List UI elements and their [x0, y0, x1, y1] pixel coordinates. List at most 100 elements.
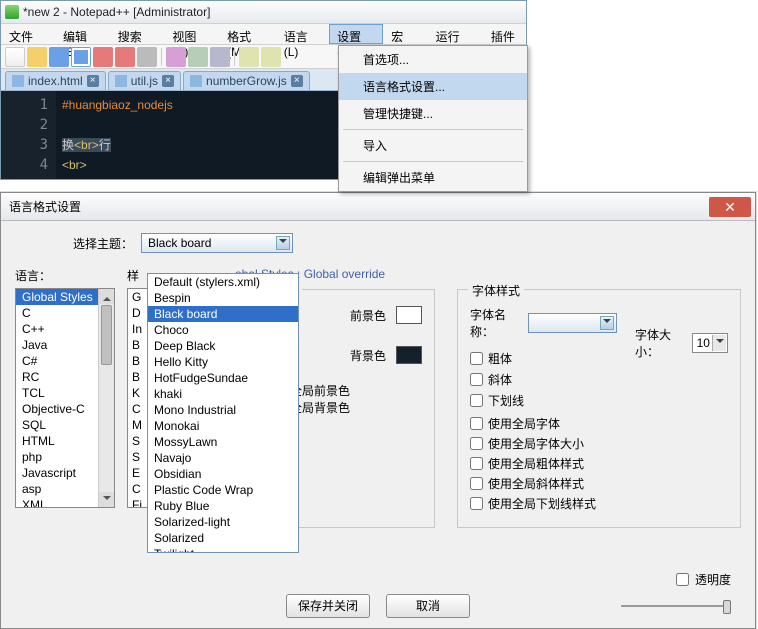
save-close-button[interactable]: 保存并关闭: [286, 594, 370, 618]
theme-option[interactable]: Solarized: [148, 530, 298, 546]
underline-check[interactable]: 下划线: [470, 392, 617, 409]
theme-combo[interactable]: Black board: [141, 233, 293, 253]
menu-language[interactable]: 语言(L): [276, 24, 329, 44]
theme-option[interactable]: Black board: [148, 306, 298, 322]
foreground-label: 前景色: [350, 307, 386, 324]
use-global-font-check[interactable]: 使用全局字体: [470, 415, 728, 432]
use-global-italic-check[interactable]: 使用全局斜体样式: [470, 475, 728, 492]
menu-view[interactable]: 视图(V): [164, 24, 219, 44]
closeall-icon[interactable]: [115, 47, 135, 67]
scrollbar[interactable]: [98, 289, 114, 507]
theme-option[interactable]: Deep Black: [148, 338, 298, 354]
transparency-check[interactable]: 透明度: [676, 571, 731, 588]
dialog-close-button[interactable]: ✕: [709, 197, 751, 217]
window-title: *new 2 - Notepad++ [Administrator]: [23, 5, 210, 19]
theme-option[interactable]: Twilight: [148, 546, 298, 553]
theme-option[interactable]: Solarized-light: [148, 514, 298, 530]
font-fieldset: 字体样式 字体名称： 粗体 斜体 下划线: [457, 289, 741, 528]
menu-edit[interactable]: 编辑(E): [55, 24, 110, 44]
print-icon[interactable]: [137, 47, 157, 67]
font-name-label: 字体名称：: [470, 306, 518, 340]
chevron-down-icon: [276, 236, 290, 250]
theme-option[interactable]: MossyLawn: [148, 434, 298, 450]
foreground-swatch[interactable]: [396, 306, 422, 324]
saveall-icon[interactable]: [71, 47, 91, 67]
chevron-down-icon: [712, 335, 726, 351]
menu-file[interactable]: 文件(F): [1, 24, 55, 44]
theme-option[interactable]: Plastic Code Wrap: [148, 482, 298, 498]
menu-item-style-config[interactable]: 语言格式设置...: [339, 73, 527, 100]
menu-item-import[interactable]: 导入: [339, 132, 527, 159]
close-icon[interactable]: [93, 47, 113, 67]
file-tab[interactable]: numberGrow.js×: [183, 71, 310, 90]
use-global-under-check[interactable]: 使用全局下划线样式: [470, 495, 728, 512]
theme-option[interactable]: Choco: [148, 322, 298, 338]
new-icon[interactable]: [5, 47, 25, 67]
file-tab[interactable]: index.html ×: [5, 71, 106, 90]
cancel-button[interactable]: 取消: [386, 594, 470, 618]
menu-format[interactable]: 格式(M): [219, 24, 276, 44]
redo-icon[interactable]: [261, 47, 281, 67]
tab-close-icon[interactable]: ×: [162, 75, 174, 87]
dialog-title: 语言格式设置: [9, 198, 81, 215]
app-icon: [5, 5, 19, 19]
tab-label: util.js: [131, 74, 158, 88]
file-icon: [12, 75, 24, 87]
save-icon[interactable]: [49, 47, 69, 67]
use-global-size-check[interactable]: 使用全局字体大小: [470, 435, 728, 452]
menu-macro[interactable]: 宏(O): [383, 24, 427, 44]
menu-item-edit-popup[interactable]: 编辑弹出菜单: [339, 164, 527, 191]
menu-item-shortcuts[interactable]: 管理快捷键...: [339, 100, 527, 127]
language-listbox[interactable]: Global StylesCC++JavaC#RCTCLObjective-CS…: [15, 288, 115, 508]
file-tab[interactable]: util.js ×: [108, 71, 181, 90]
theme-option[interactable]: Monokai: [148, 418, 298, 434]
background-label: 背景色: [350, 347, 386, 364]
tab-close-icon[interactable]: ×: [291, 75, 303, 87]
dialog-titlebar: 语言格式设置 ✕: [1, 193, 755, 221]
scroll-down-icon[interactable]: [99, 492, 114, 507]
menu-run[interactable]: 运行(R): [428, 24, 483, 44]
theme-value: Black board: [148, 236, 211, 250]
menu-settings[interactable]: 设置(T): [329, 24, 383, 44]
theme-option[interactable]: Default (stylers.xml): [148, 274, 298, 290]
scroll-thumb[interactable]: [101, 305, 112, 365]
bold-check[interactable]: 粗体: [470, 350, 617, 367]
menu-search[interactable]: 搜索(S): [110, 24, 165, 44]
slider-thumb[interactable]: [723, 600, 731, 614]
separator: [343, 161, 523, 162]
font-name-combo[interactable]: [528, 313, 617, 333]
paste-icon[interactable]: [210, 47, 230, 67]
theme-option[interactable]: Mono Industrial: [148, 402, 298, 418]
font-legend: 字体样式: [468, 282, 524, 299]
open-icon[interactable]: [27, 47, 47, 67]
background-swatch[interactable]: [396, 346, 422, 364]
file-icon: [115, 75, 127, 87]
cut-icon[interactable]: [166, 47, 186, 67]
italic-check[interactable]: 斜体: [470, 371, 617, 388]
transparency-slider[interactable]: [621, 598, 731, 614]
tab-label: index.html: [28, 74, 83, 88]
settings-dropdown: 首选项... 语言格式设置... 管理快捷键... 导入 编辑弹出菜单: [338, 45, 528, 192]
theme-option[interactable]: Hello Kitty: [148, 354, 298, 370]
menu-item-preferences[interactable]: 首选项...: [339, 46, 527, 73]
language-label: 语言：: [15, 267, 115, 284]
font-size-combo[interactable]: 10: [692, 333, 728, 353]
style-config-dialog: 语言格式设置 ✕ 选择主题： Black board Default (styl…: [0, 192, 756, 629]
chevron-down-icon: [600, 316, 614, 330]
line-gutter: 1234: [1, 91, 56, 179]
file-icon: [190, 75, 202, 87]
theme-dropdown-list[interactable]: Default (stylers.xml)BespinBlack boardCh…: [147, 273, 299, 553]
theme-label: 选择主题：: [73, 235, 133, 252]
theme-option[interactable]: khaki: [148, 386, 298, 402]
use-global-bold-check[interactable]: 使用全局粗体样式: [470, 455, 728, 472]
scroll-up-icon[interactable]: [99, 289, 114, 304]
theme-option[interactable]: Navajo: [148, 450, 298, 466]
undo-icon[interactable]: [239, 47, 259, 67]
theme-option[interactable]: Bespin: [148, 290, 298, 306]
theme-option[interactable]: HotFudgeSundae: [148, 370, 298, 386]
menu-plugins[interactable]: 插件(: [483, 24, 526, 44]
tab-close-icon[interactable]: ×: [87, 75, 99, 87]
theme-option[interactable]: Obsidian: [148, 466, 298, 482]
copy-icon[interactable]: [188, 47, 208, 67]
theme-option[interactable]: Ruby Blue: [148, 498, 298, 514]
